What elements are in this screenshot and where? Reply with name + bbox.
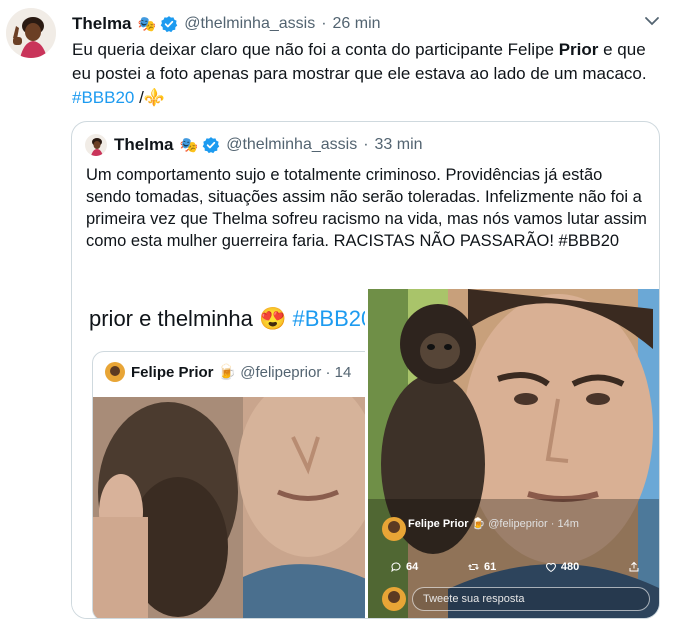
avatar[interactable] — [6, 8, 56, 58]
quoted-tweet[interactable]: Thelma 🎭 @thelminha_assis · 33 min Um co… — [71, 121, 660, 619]
screenshot-hashtag: #BBB20 — [286, 306, 366, 331]
separator-dot: · — [321, 15, 327, 32]
tweet-text-end: /⚜️ — [134, 88, 166, 107]
quote-text: Um comportamento sujo e totalmente crimi… — [86, 166, 647, 250]
tweet-text-bold: Prior — [558, 40, 599, 59]
quote-timestamp[interactable]: 33 min — [375, 136, 423, 154]
quote-author-name[interactable]: Thelma — [114, 135, 174, 155]
author-handle[interactable]: @thelminha_assis — [184, 15, 315, 33]
overlay-author-handle: @felipeprior · 14m — [488, 517, 579, 530]
embedded-author-name: Felipe Prior — [131, 363, 214, 381]
heart-icon — [545, 563, 556, 573]
retweet-icon — [468, 564, 479, 570]
overlay-actions: 64 61 480 — [390, 561, 640, 573]
media-grid[interactable]: prior e thelminha 😍 #BBB20 Felipe Prior … — [72, 289, 659, 618]
tweet: Thelma 🎭 @thelminha_assis · 26 min Eu qu… — [0, 0, 680, 631]
overlay-like: 480 — [545, 561, 579, 573]
hashtag-link[interactable]: #BBB20 — [72, 88, 134, 107]
quote-author-handle[interactable]: @thelminha_assis — [226, 136, 357, 154]
author-emoji: 🎭 — [137, 16, 157, 33]
overlay-tweet-header: Felipe Prior 🍺 @felipeprior · 14m — [380, 517, 579, 531]
beer-emoji: 🍺 — [217, 364, 237, 381]
quote-author-emoji: 🎭 — [179, 137, 199, 154]
quote-avatar[interactable] — [85, 134, 107, 156]
quote-header: Thelma 🎭 @thelminha_assis · 33 min — [114, 134, 423, 156]
tweet-text-part: Eu queria deixar claro que não foi a con… — [72, 40, 559, 59]
share-icon — [629, 561, 639, 572]
tweet-text: Eu queria deixar claro que não foi a con… — [72, 38, 662, 110]
media-photo-right[interactable]: Felipe Prior 🍺 @felipeprior · 14m 64 61 — [368, 289, 659, 618]
author-name[interactable]: Thelma — [72, 14, 132, 34]
overlay-reply-count: 64 — [406, 561, 419, 573]
verified-badge-icon — [160, 15, 178, 33]
heart-eyes-emoji: 😍 — [258, 306, 287, 331]
embedded-photo — [93, 397, 365, 618]
overlay-like-count: 480 — [560, 561, 580, 573]
overlay-share — [628, 561, 640, 573]
embedded-tweet-card: Felipe Prior 🍺 @felipeprior · 14 — [92, 351, 365, 618]
overlay-reply-bar: Tweete sua resposta — [380, 586, 650, 612]
screenshot-title: prior e thelminha 😍 #BBB20 — [89, 306, 365, 332]
verified-badge-icon — [202, 136, 220, 154]
embedded-avatar — [105, 362, 125, 382]
tweet-timestamp[interactable]: 26 min — [333, 15, 381, 33]
embedded-author-handle: @felipeprior · 14 — [240, 363, 352, 381]
tweet-header: Thelma 🎭 @thelminha_assis · 26 min — [72, 12, 381, 36]
overlay-beer-emoji: 🍺 — [471, 518, 486, 530]
reply-icon — [391, 562, 401, 573]
overlay-reply-input: Tweete sua resposta — [412, 587, 650, 611]
avatar-image — [6, 8, 56, 58]
overlay-retweet: 61 — [467, 561, 496, 573]
chevron-down-icon[interactable] — [643, 12, 661, 30]
overlay-author-name: Felipe Prior — [408, 517, 469, 530]
overlay-reply: 64 — [390, 561, 418, 573]
separator-dot: · — [363, 136, 369, 153]
embedded-tweet-header: Felipe Prior 🍺 @felipeprior · 14 — [105, 362, 351, 382]
media-screenshot-left[interactable]: prior e thelminha 😍 #BBB20 Felipe Prior … — [72, 289, 365, 618]
screenshot-title-text: prior e thelminha — [89, 306, 259, 331]
overlay-retweet-count: 61 — [483, 561, 497, 573]
